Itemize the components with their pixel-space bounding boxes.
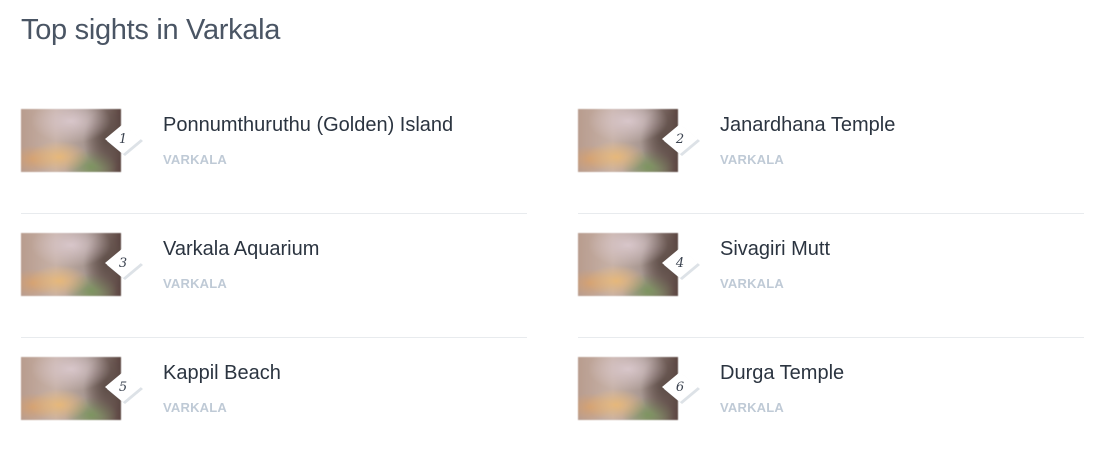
rank-number: 3 bbox=[118, 256, 128, 271]
rank-number: 6 bbox=[675, 380, 685, 395]
sight-card[interactable]: 6 Durga Temple VARKALA bbox=[578, 338, 1084, 462]
sight-location: VARKALA bbox=[163, 276, 227, 291]
rank-badge: 6 bbox=[660, 372, 700, 404]
sight-location: VARKALA bbox=[163, 400, 227, 415]
sight-name[interactable]: Durga Temple bbox=[720, 362, 844, 385]
sight-location: VARKALA bbox=[720, 276, 784, 291]
sight-location: VARKALA bbox=[720, 400, 784, 415]
rank-badge: 4 bbox=[660, 248, 700, 280]
sight-card[interactable]: 3 Varkala Aquarium VARKALA bbox=[21, 214, 527, 338]
sight-name[interactable]: Kappil Beach bbox=[163, 362, 281, 385]
sight-card[interactable]: 1 Ponnumthuruthu (Golden) Island VARKALA bbox=[21, 90, 527, 214]
sight-location: VARKALA bbox=[720, 152, 784, 167]
rank-number: 4 bbox=[675, 256, 685, 271]
rank-badge: 3 bbox=[103, 248, 143, 280]
rank-badge: 1 bbox=[103, 124, 143, 156]
sights-grid: 1 Ponnumthuruthu (Golden) Island VARKALA… bbox=[21, 90, 1084, 462]
rank-number: 5 bbox=[118, 380, 128, 395]
sight-name[interactable]: Sivagiri Mutt bbox=[720, 238, 830, 261]
sight-location: VARKALA bbox=[163, 152, 227, 167]
rank-badge: 5 bbox=[103, 372, 143, 404]
page-title: Top sights in Varkala bbox=[21, 14, 281, 46]
sight-name[interactable]: Ponnumthuruthu (Golden) Island bbox=[163, 114, 453, 137]
sight-card[interactable]: 4 Sivagiri Mutt VARKALA bbox=[578, 214, 1084, 338]
sight-name[interactable]: Janardhana Temple bbox=[720, 114, 895, 137]
sight-name[interactable]: Varkala Aquarium bbox=[163, 238, 319, 261]
sight-card[interactable]: 5 Kappil Beach VARKALA bbox=[21, 338, 527, 462]
rank-badge: 2 bbox=[660, 124, 700, 156]
rank-number: 2 bbox=[675, 132, 685, 147]
sight-card[interactable]: 2 Janardhana Temple VARKALA bbox=[578, 90, 1084, 214]
rank-number: 1 bbox=[118, 132, 128, 147]
